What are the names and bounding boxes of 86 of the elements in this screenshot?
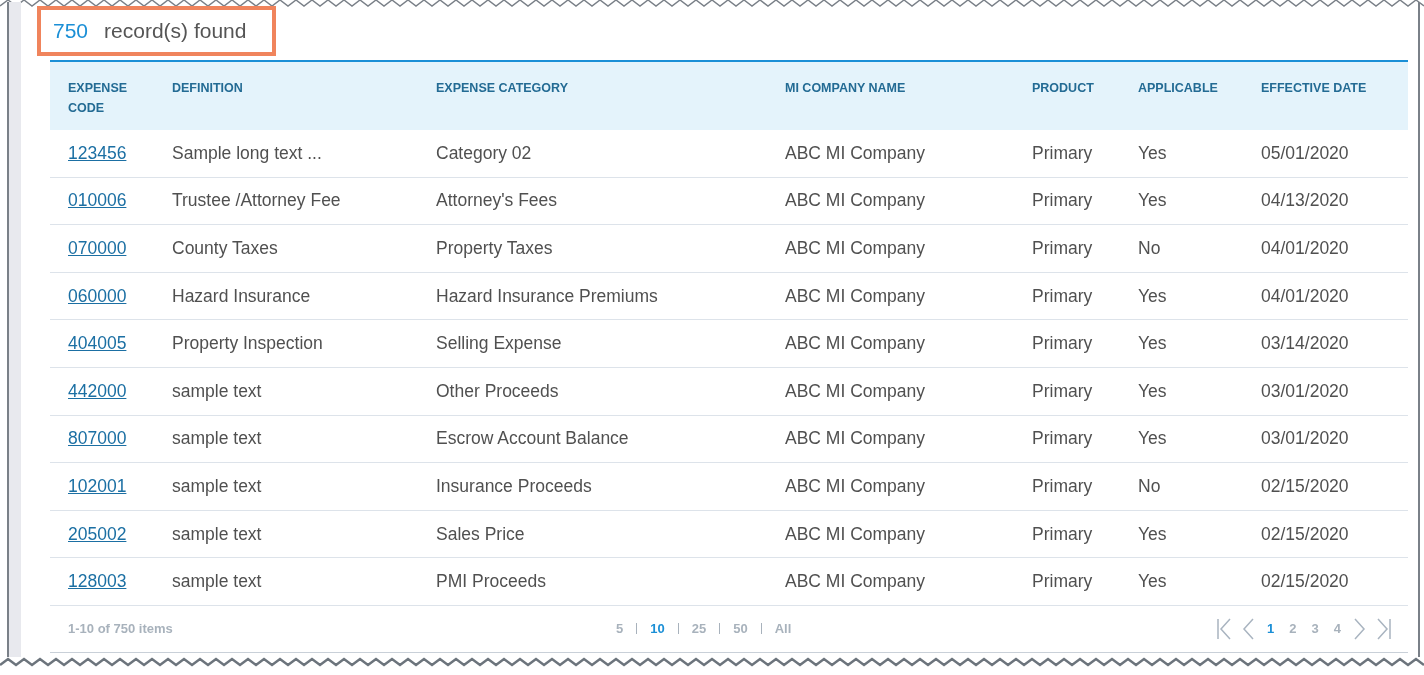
table-cell-text: Attorney's Fees — [436, 190, 559, 212]
table-cell-text: Primary — [1032, 190, 1094, 212]
table-cell-text: ABC MI Company — [785, 238, 927, 259]
table-cell-text: 02/15/2020 — [1261, 475, 1350, 497]
table-cell-text: Primary — [1032, 380, 1094, 402]
table-cell-text: 03/01/2020 — [1261, 428, 1350, 450]
table-cell-text: Insurance Proceeds — [436, 475, 593, 497]
expense-code-link[interactable]: 010006 — [68, 190, 127, 211]
table-cell-text: ABC MI Company — [785, 428, 927, 450]
table-cell-text: Primary — [1032, 333, 1094, 355]
table-cell-text: County Taxes — [172, 238, 279, 259]
table-cell-text: Yes — [1138, 428, 1168, 450]
table-cell-text: Yes — [1138, 523, 1168, 545]
table-cell-text: Other Proceeds — [436, 380, 560, 402]
table-cell-text: Primary — [1032, 475, 1094, 497]
table-cell-text: Category 02 — [436, 142, 533, 164]
pager-info: 1-10 of 750 items — [68, 621, 174, 637]
table-cell-text: sample text — [172, 571, 263, 593]
table-cell-text: 04/01/2020 — [1261, 285, 1350, 307]
table-cell-text: Primary — [1032, 523, 1094, 545]
table-cell-text: Primary — [1032, 571, 1094, 593]
table-cell-text: Yes — [1138, 333, 1168, 355]
table-cell-text: No — [1138, 475, 1162, 497]
table-cell-text: No — [1138, 238, 1162, 259]
record-count: 750 — [53, 19, 89, 43]
expense-code-link[interactable]: 128003 — [68, 571, 127, 592]
expense-code-link[interactable]: 060000 — [68, 285, 127, 306]
expense-code-link[interactable]: 404005 — [68, 333, 127, 354]
table-cell-text: ABC MI Company — [785, 523, 927, 545]
expense-code-link[interactable]: 205002 — [68, 523, 127, 544]
table-cell-text: Hazard Insurance — [172, 285, 312, 307]
column-header: EXPENSE CODE — [68, 80, 129, 117]
table-cell-text: ABC MI Company — [785, 142, 927, 164]
table-cell-text: Sales Price — [436, 523, 526, 545]
table-cell-text: Yes — [1138, 571, 1168, 593]
next-page-icon[interactable] — [1353, 617, 1367, 640]
table-cell-text: ABC MI Company — [785, 285, 927, 307]
table-cell-text: 02/15/2020 — [1261, 571, 1350, 593]
table-cell-text: sample text — [172, 523, 263, 545]
table-cell-text: Yes — [1138, 190, 1168, 212]
table-cell-text: Yes — [1138, 380, 1168, 402]
table-cell-text: Property Inspection — [172, 333, 324, 355]
page-size-option[interactable]: 10 — [650, 621, 665, 637]
column-header: EFFECTIVE DATE — [1261, 80, 1368, 97]
table-cell-text: Primary — [1032, 428, 1094, 450]
table-cell-text: Primary — [1032, 238, 1094, 259]
table-cell-text: sample text — [172, 475, 263, 497]
table-cell-text: Yes — [1138, 285, 1168, 307]
column-header: DEFINITION — [172, 80, 244, 97]
table-cell-text: Primary — [1032, 142, 1094, 164]
table-cell-text: ABC MI Company — [785, 190, 927, 212]
table-cell-text: 02/15/2020 — [1261, 523, 1350, 545]
table-cell-text: sample text — [172, 380, 263, 402]
table-cell-text: 05/01/2020 — [1261, 142, 1350, 164]
last-page-icon[interactable] — [1376, 617, 1392, 640]
table-cell-text: 03/01/2020 — [1261, 380, 1350, 402]
previous-page-icon[interactable] — [1241, 617, 1256, 640]
records-found-label: record(s) found — [104, 19, 247, 43]
table-cell-text: Sample long text ... — [172, 142, 323, 164]
table-cell-text: Escrow Account Balance — [436, 428, 630, 450]
expense-code-link[interactable]: 070000 — [68, 238, 127, 258]
table-cell-text: sample text — [172, 428, 263, 450]
column-header: APPLICABLE — [1138, 80, 1219, 97]
expense-code-link[interactable]: 102001 — [68, 475, 127, 496]
table-cell-text: 03/14/2020 — [1261, 333, 1350, 355]
table-cell-text: ABC MI Company — [785, 475, 927, 497]
table-cell-text: Yes — [1138, 142, 1168, 164]
column-header: PRODUCT — [1032, 80, 1095, 97]
column-header: MI COMPANY NAME — [785, 80, 907, 97]
expense-code-link[interactable]: 807000 — [68, 428, 127, 449]
table-cell-text: Selling Expense — [436, 333, 563, 355]
table-cell-text: Hazard Insurance Premiums — [436, 285, 659, 307]
column-header: EXPENSE CATEGORY — [436, 80, 569, 97]
table-cell-text: ABC MI Company — [785, 571, 927, 593]
table-cell-text: ABC MI Company — [785, 380, 927, 402]
table-cell-text: Trustee /Attorney Fee — [172, 190, 342, 212]
expense-code-link[interactable]: 123456 — [68, 142, 127, 163]
table-cell-text: PMI Proceeds — [436, 571, 547, 593]
table-cell-text: 04/01/2020 — [1261, 238, 1350, 259]
page-number[interactable]: 1 — [1264, 621, 1278, 637]
table-cell-text: 04/13/2020 — [1261, 190, 1350, 212]
table-cell-text: ABC MI Company — [785, 333, 927, 355]
table-cell-text: Property Taxes — [436, 238, 554, 259]
first-page-icon[interactable] — [1216, 617, 1233, 640]
expense-code-link[interactable]: 442000 — [68, 380, 127, 401]
table-cell-text: Primary — [1032, 285, 1094, 307]
